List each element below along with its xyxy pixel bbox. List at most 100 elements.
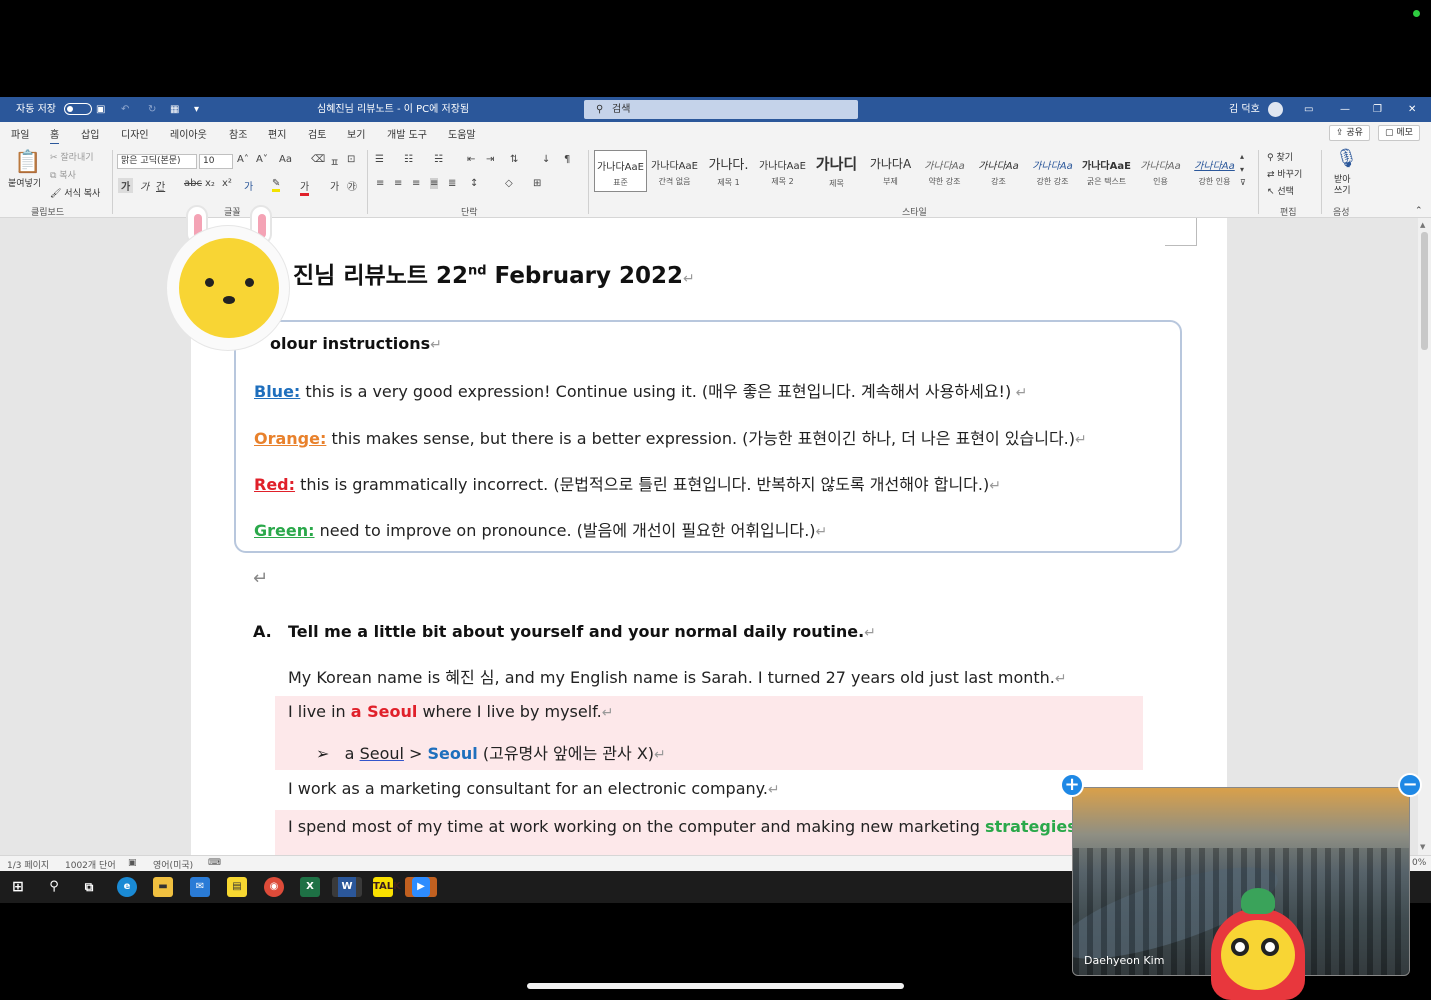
bullets-icon[interactable]: ☰ [375,154,384,165]
style-title[interactable]: 가나디 제목 [810,150,863,192]
paste-icon[interactable]: 📋 [14,150,41,175]
change-case-icon[interactable]: Aa [279,154,292,165]
style-intense-emphasis[interactable]: 가나다Aa 강한 강조 [1026,150,1079,192]
tab-review[interactable]: 검토 [308,126,326,141]
style-normal[interactable]: 가나다AaE 표준 [594,150,647,192]
tab-design[interactable]: 디자인 [121,126,149,141]
underline-icon[interactable]: 간 [156,178,165,193]
comments-button[interactable]: ▢ 메모 [1378,125,1420,141]
text-effects-icon[interactable]: 가 [244,178,253,193]
style-subtle-emphasis[interactable]: 가나다Aa 약한 강조 [918,150,971,192]
scroll-thumb[interactable] [1421,232,1428,350]
clear-format-icon[interactable]: ⌫ [311,154,325,165]
font-size-select[interactable]: 10 [199,154,233,169]
line-spacing-icon[interactable]: ↕ [470,178,478,189]
autosave-toggle[interactable] [60,97,92,122]
style-intense-quote[interactable]: 가나다Aa 강한 인용 [1188,150,1241,192]
undo-icon[interactable]: ↶ [121,97,129,122]
tab-references[interactable]: 참조 [229,126,247,141]
collapse-ribbon-icon[interactable]: ⌃ [1415,206,1423,216]
scroll-up-icon[interactable]: ▲ [1420,221,1425,229]
tab-file[interactable]: 파일 [11,126,29,141]
task-view-icon[interactable]: ⧉ [79,877,99,897]
tab-help[interactable]: 도움말 [448,126,476,141]
subscript-icon[interactable]: x₂ [205,178,215,189]
tab-home[interactable]: 홈 [50,126,60,145]
excel-icon[interactable]: X [300,877,320,897]
accessibility-icon[interactable]: ⌨ [208,858,221,868]
increase-indent-icon[interactable]: ⇥ [486,154,494,165]
justify-icon[interactable]: ≡ [430,178,439,189]
style-no-spacing[interactable]: 가나다AaE 간격 없음 [648,150,701,192]
style-quote[interactable]: 가나다Aa 인용 [1134,150,1187,192]
phonetic-icon[interactable]: ㅍ [330,154,339,169]
zoom-app-icon[interactable]: ▶ [405,877,437,897]
tab-mailings[interactable]: 편지 [268,126,286,141]
strikethrough-icon[interactable]: abc [184,178,202,189]
cut-button[interactable]: ✂ 잘라내기 [50,150,94,163]
style-strong[interactable]: 가나다AaE 굵은 텍스트 [1080,150,1133,192]
user-avatar[interactable] [1268,102,1283,117]
search-icon[interactable]: ⚲ [44,877,64,897]
highlight-icon[interactable]: ✎ [272,178,281,192]
page-count[interactable]: 1/3 페이지 [7,858,49,871]
minimize-video-button[interactable]: − [1398,773,1422,797]
format-painter-button[interactable]: 🖌 서식 복사 [50,186,100,199]
distribute-icon[interactable]: ≣ [448,178,456,189]
align-right-icon[interactable]: ≡ [412,178,420,189]
redo-icon[interactable]: ↻ [148,97,156,122]
tab-insert[interactable]: 삽입 [81,126,99,141]
style-emphasis[interactable]: 가나다Aa 강조 [972,150,1025,192]
proofing-icon[interactable]: ▣ [128,858,137,868]
tab-view[interactable]: 보기 [347,126,365,141]
home-indicator[interactable] [527,983,904,989]
document-title[interactable]: 심혜진님 리뷰노트 - 이 PC에 저장됨 [317,97,469,122]
bold-icon[interactable]: 가 [118,178,134,193]
minimize-icon[interactable]: — [1340,97,1350,122]
vertical-scrollbar[interactable]: ▲ ▼ [1418,218,1431,855]
border-char-icon[interactable]: ⊡ [347,154,355,165]
save-icon[interactable]: ▣ [96,97,105,122]
decrease-indent-icon[interactable]: ⇤ [467,154,475,165]
ribbon-display-icon[interactable]: ▭ [1304,97,1313,122]
italic-icon[interactable]: 가 [140,178,149,193]
user-name[interactable]: 김 덕호 [1229,97,1260,122]
edge-icon[interactable]: e [117,877,137,897]
shrink-font-icon[interactable]: A˅ [256,154,268,165]
enclose-char-icon[interactable]: ㉮ [347,178,357,193]
char-shading-icon[interactable]: 가 [330,178,339,193]
copy-button[interactable]: ⧉ 복사 [50,168,76,181]
shading-icon[interactable]: ◇ [505,178,513,189]
dictate-button[interactable]: 받아 쓰기 [1334,175,1351,197]
paste-button[interactable]: 붙여넣기 [8,176,41,189]
file-explorer-icon[interactable]: ▬ [153,877,173,897]
restore-icon[interactable]: ❐ [1373,97,1382,122]
align-center-icon[interactable]: ≡ [394,178,402,189]
font-family-select[interactable]: 맑은 고딕(본문) [117,154,197,169]
sort-icon[interactable]: ↓ [542,154,550,165]
style-heading-1[interactable]: 가나다. 제목 1 [702,150,755,192]
show-marks-icon[interactable]: ¶ [564,154,570,165]
align-left-icon[interactable]: ≡ [376,178,384,189]
tab-layout[interactable]: 레이아웃 [170,126,207,141]
zoom-level[interactable]: 0% [1412,858,1426,868]
search-box[interactable]: ⚲ 검색 [584,100,858,119]
document-page[interactable]: 진님 리뷰노트 22nd February 2022↵ olour instru… [191,218,1227,855]
customize-qat-icon[interactable]: ▾ [194,97,199,122]
replace-button[interactable]: ⇄ 바꾸기 [1267,167,1302,180]
style-heading-2[interactable]: 가나다AaE 제목 2 [756,150,809,192]
gallery-scroll-icon[interactable]: ▴ ▾ ⊽ [1240,150,1246,189]
numbering-icon[interactable]: ☷ [404,154,413,165]
word-icon[interactable]: W [332,877,362,897]
language-indicator[interactable]: 영어(미국) [153,858,193,871]
superscript-icon[interactable]: x² [222,178,232,189]
text-direction-icon[interactable]: ⇅ [510,154,518,165]
mail-icon[interactable]: ✉ [190,877,210,897]
share-button[interactable]: ⇪ 공유 [1329,125,1370,141]
word-count[interactable]: 1002개 단어 [65,858,116,871]
scroll-down-icon[interactable]: ▼ [1420,843,1425,851]
table-icon[interactable]: ▦ [170,97,179,122]
multilevel-list-icon[interactable]: ☵ [434,154,443,165]
grow-font-icon[interactable]: A˄ [237,154,249,165]
sticky-notes-icon[interactable]: ▤ [227,877,247,897]
